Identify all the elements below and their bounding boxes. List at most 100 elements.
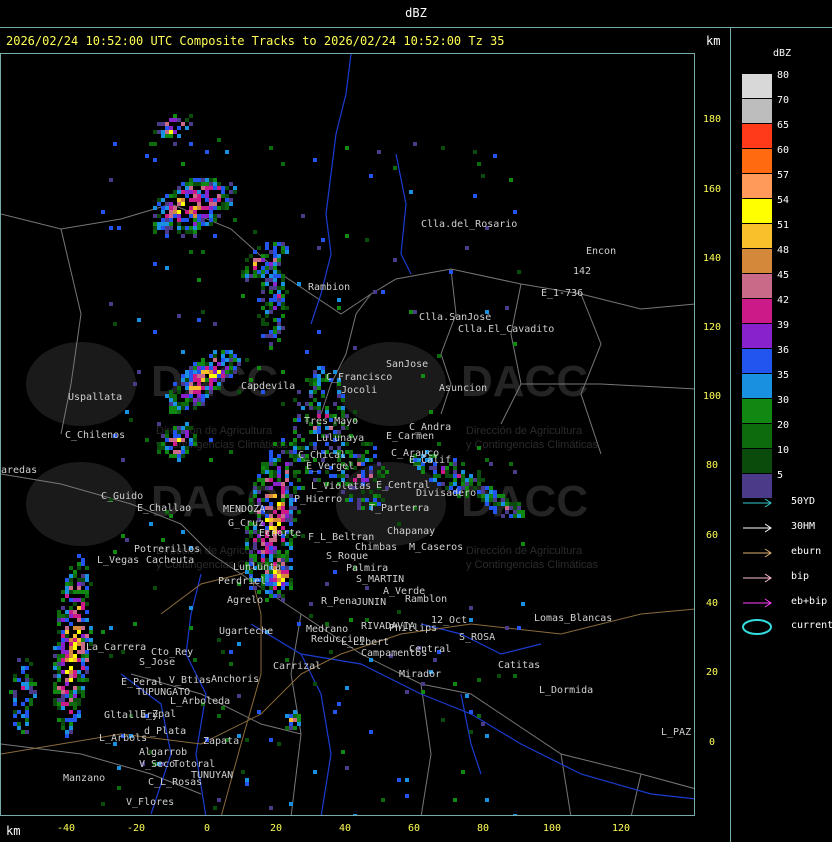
radar-echo-cell <box>53 690 57 694</box>
radar-echo-cell <box>253 494 257 498</box>
radar-echo-cell <box>73 718 77 722</box>
radar-echo-cell <box>221 206 225 210</box>
radar-echo-cell <box>493 510 497 514</box>
radar-map[interactable]: DACC Dirección de Agricultura y Contingenc… <box>0 53 695 816</box>
radar-echo-cell <box>65 638 69 642</box>
watermark-subtext: Dirección de Agricultura <box>466 425 583 437</box>
radar-echo-cell <box>281 518 285 522</box>
radar-echo-cell <box>61 718 65 722</box>
radar-echo-cell <box>121 534 125 538</box>
radar-echo-cell <box>253 266 257 270</box>
radar-echo-cell <box>321 366 325 370</box>
radar-echo-cell <box>29 678 33 682</box>
radar-echo-cell <box>57 678 61 682</box>
radar-echo-cell <box>281 438 285 442</box>
radar-echo-cell <box>189 366 193 370</box>
radar-echo-cell <box>505 306 509 310</box>
radar-echo-cell <box>165 434 169 438</box>
radar-echo-cell <box>293 458 297 462</box>
radar-echo-cell <box>277 474 281 478</box>
radar-echo-cell <box>133 622 137 626</box>
radar-echo-cell <box>285 550 289 554</box>
radar-echo-cell <box>25 666 29 670</box>
radar-echo-cell <box>365 498 369 502</box>
radar-echo-cell <box>269 250 273 254</box>
radar-echo-cell <box>453 462 457 466</box>
radar-echo-cell <box>189 114 193 118</box>
radar-echo-cell <box>209 370 213 374</box>
radar-echo-cell <box>161 218 165 222</box>
radar-echo-cell <box>369 174 373 178</box>
radar-echo-cell <box>481 722 485 726</box>
radar-echo-cell <box>29 662 33 666</box>
radar-echo-cell <box>265 514 269 518</box>
radar-echo-cell <box>193 222 197 226</box>
radar-echo-cell <box>221 350 225 354</box>
radar-echo-cell <box>205 194 209 198</box>
radar-echo-cell <box>173 410 177 414</box>
radar-echo-cell <box>209 374 213 378</box>
radar-echo-cell <box>89 630 93 634</box>
radar-echo-cell <box>57 654 61 658</box>
radar-echo-cell <box>185 422 189 426</box>
radar-echo-cell <box>77 626 81 630</box>
radar-echo-cell <box>189 182 193 186</box>
radar-echo-cell <box>321 238 325 242</box>
radar-echo-cell <box>241 274 245 278</box>
place-label: V_Flores <box>126 797 175 808</box>
radar-echo-cell <box>77 638 81 642</box>
radar-echo-cell <box>337 702 341 706</box>
radar-echo-cell <box>269 806 273 810</box>
radar-echo-cell <box>273 298 277 302</box>
place-label: Jocoli <box>341 385 378 396</box>
radar-echo-cell <box>293 718 297 722</box>
radar-echo-cell <box>73 598 77 602</box>
radar-echo-cell <box>345 498 349 502</box>
radar-echo-cell <box>253 530 257 534</box>
radar-echo-cell <box>277 522 281 526</box>
radar-echo-cell <box>229 358 233 362</box>
radar-echo-cell <box>61 634 65 638</box>
radar-echo-cell <box>77 618 81 622</box>
radar-echo-cell <box>177 410 181 414</box>
radar-echo-cell <box>65 634 69 638</box>
radar-echo-cell <box>57 618 61 622</box>
place-label: TUNUYAN <box>191 770 234 781</box>
radar-echo-cell <box>309 394 313 398</box>
radar-echo-cell <box>277 322 281 326</box>
radar-echo-cell <box>289 518 293 522</box>
radar-echo-cell <box>209 198 213 202</box>
radar-echo-cell <box>217 214 221 218</box>
radar-echo-cell <box>217 182 221 186</box>
track-legend-bip: bip <box>741 571 831 585</box>
place-label: Uspallata <box>68 392 123 403</box>
radar-echo-cell <box>305 402 309 406</box>
radar-echo-cell <box>113 142 117 146</box>
radar-echo-cell <box>57 622 61 626</box>
radar-echo-cell <box>213 206 217 210</box>
radar-echo-cell <box>281 274 285 278</box>
radar-echo-cell <box>381 290 385 294</box>
radar-echo-cell <box>445 474 449 478</box>
radar-echo-cell <box>297 478 301 482</box>
radar-echo-cell <box>25 658 29 662</box>
radar-echo-cell <box>453 474 457 478</box>
radar-echo-cell <box>493 494 497 498</box>
radar-echo-cell <box>249 498 253 502</box>
radar-echo-cell <box>245 358 249 362</box>
radar-echo-cell <box>85 578 89 582</box>
radar-echo-cell <box>73 638 77 642</box>
radar-echo-cell <box>205 362 209 366</box>
radar-echo-cell <box>289 510 293 514</box>
place-label: Perdriel <box>218 576 267 587</box>
radar-echo-cell <box>429 466 433 470</box>
x-tick-label: 80 <box>476 823 490 834</box>
place-label: 142 <box>573 266 592 277</box>
radar-echo-cell <box>433 466 437 470</box>
radar-echo-cell <box>373 454 377 458</box>
radar-echo-cell <box>313 382 317 386</box>
radar-echo-cell <box>505 498 509 502</box>
radar-echo-cell <box>185 226 189 230</box>
radar-echo-cell <box>61 590 65 594</box>
place-label: Lunlunta <box>233 562 282 573</box>
